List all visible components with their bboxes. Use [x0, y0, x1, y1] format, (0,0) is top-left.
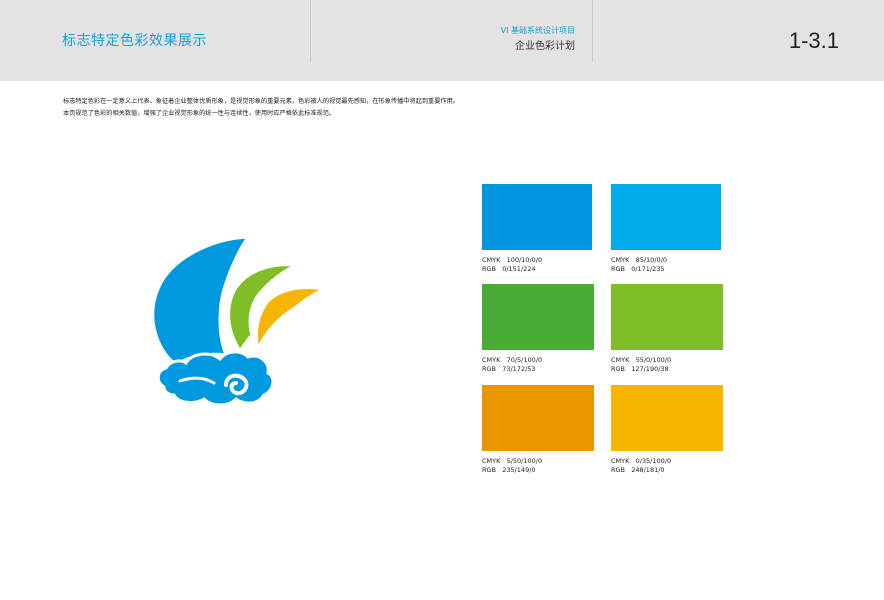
swatch-color-block [611, 385, 723, 451]
color-swatch-2: CMYK 85/10/0/0 RGB 0/171/235 [611, 184, 723, 274]
header-divider [592, 0, 593, 62]
swatch-rgb: RGB 235/149/0 [482, 466, 536, 474]
sail-cloud-logo-icon [140, 225, 340, 415]
swatch-cmyk: CMYK 100/10/0/0 [482, 256, 543, 264]
swatch-rgb: RGB 127/190/38 [611, 365, 669, 373]
swatch-color-block [482, 385, 594, 451]
swatch-rgb: RGB 248/181/0 [611, 466, 665, 474]
color-swatch-5: CMYK 5/50/100/0 RGB 235/149/0 [482, 385, 594, 475]
color-swatch-4: CMYK 55/0/100/0 RGB 127/190/38 [611, 284, 723, 374]
swatch-rgb: RGB 73/172/53 [482, 365, 536, 373]
header-band: 标志特定色彩效果展示 VI 基础系统设计项目 企业色彩计划 1-3.1 [0, 0, 884, 81]
swatch-cmyk: CMYK 55/0/100/0 [611, 356, 672, 364]
swatch-color-block [611, 184, 721, 250]
description-line: 标志特定色彩在一定意义上代表、象征着企业整体优质形象，是视觉形象的重要元素。色彩… [63, 98, 459, 105]
swatch-cmyk: CMYK 70/5/100/0 [482, 356, 543, 364]
swatch-color-block [482, 184, 592, 250]
swatch-color-block [611, 284, 723, 350]
logo-cloud [156, 350, 275, 407]
project-label: VI 基础系统设计项目 [500, 26, 575, 35]
description-line: 本页规范了色彩的相关数值，增强了企业视觉形象的统一性与连续性，使用时应严格依此标… [63, 110, 336, 117]
logo-orange-sail [254, 286, 326, 351]
header-divider [310, 0, 311, 62]
color-swatch-1: CMYK 100/10/0/0 RGB 0/151/224 [482, 184, 594, 274]
swatch-cmyk: CMYK 5/50/100/0 [482, 457, 543, 465]
swatch-rgb: RGB 0/171/235 [611, 265, 665, 273]
description: 标志特定色彩在一定意义上代表、象征着企业整体优质形象，是视觉形象的重要元素。色彩… [63, 96, 459, 120]
color-swatch-3: CMYK 70/5/100/0 RGB 73/172/53 [482, 284, 594, 374]
swatch-cmyk: CMYK 0/35/100/0 [611, 457, 672, 465]
color-swatch-6: CMYK 0/35/100/0 RGB 248/181/0 [611, 385, 723, 475]
swatch-cmyk: CMYK 85/10/0/0 [611, 256, 667, 264]
plan-label: 企业色彩计划 [515, 41, 575, 52]
page-number: 1-3.1 [788, 28, 839, 53]
swatch-color-block [482, 284, 594, 350]
section-title: 标志特定色彩效果展示 [62, 33, 207, 49]
swatch-rgb: RGB 0/151/224 [482, 265, 536, 273]
page: 标志特定色彩效果展示 VI 基础系统设计项目 企业色彩计划 1-3.1 标志特定… [0, 0, 884, 600]
